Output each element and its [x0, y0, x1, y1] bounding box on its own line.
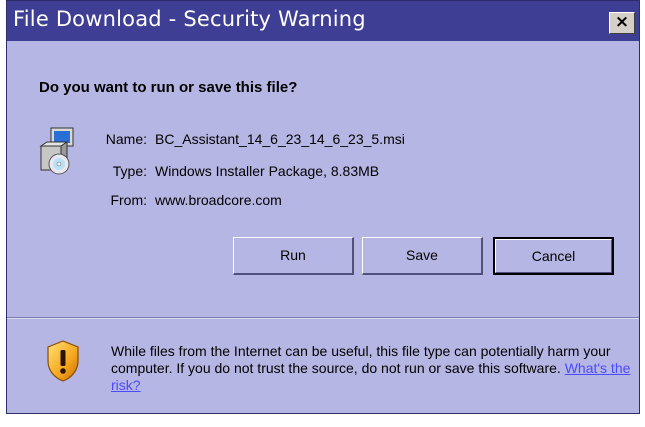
detail-label: Name:	[105, 131, 147, 147]
security-warning-dialog: File Download - Security Warning × Do yo…	[6, 0, 640, 414]
warning-text: While files from the Internet can be use…	[111, 343, 611, 376]
installer-package-icon	[39, 127, 74, 175]
detail-label: From:	[110, 192, 147, 208]
close-icon: ×	[614, 12, 630, 32]
save-button[interactable]: Save	[362, 237, 483, 275]
detail-label: Type:	[112, 163, 147, 179]
prompt-question: Do you want to run or save this file?	[39, 79, 298, 96]
shield-warning-icon	[47, 340, 79, 382]
file-source-value: www.broadcore.com	[155, 192, 282, 208]
dialog-title: File Download - Security Warning	[13, 7, 366, 31]
file-type-value: Windows Installer Package, 8.83MB	[155, 163, 380, 179]
cancel-button-label: Cancel	[495, 239, 612, 273]
title-bar[interactable]: File Download - Security Warning ×	[7, 1, 639, 41]
run-button[interactable]: Run	[233, 237, 354, 275]
file-name-value: BC_Assistant_14_6_23_14_6_23_5.msi	[155, 131, 405, 147]
cancel-button[interactable]: Cancel	[493, 237, 614, 275]
close-button[interactable]: ×	[609, 12, 635, 34]
divider	[7, 317, 639, 319]
security-warning-message: While files from the Internet can be use…	[111, 343, 631, 394]
